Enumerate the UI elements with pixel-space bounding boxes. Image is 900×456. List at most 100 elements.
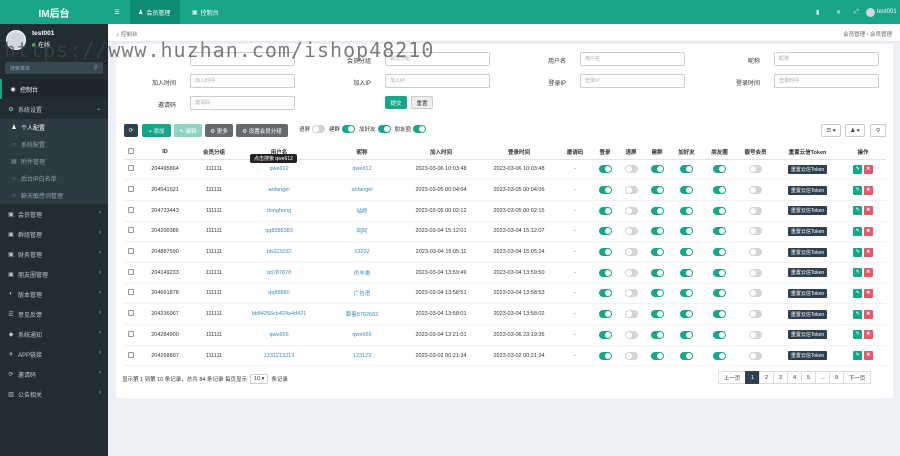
page-button[interactable]: 4 [787,371,802,384]
row-toggle-switch[interactable] [749,330,762,339]
table-row[interactable]: 204149233 111111 qq787878 仿羊羹 2023-03-04 13:… [124,262,886,284]
table-row[interactable]: 204661878 111111 qq88880 广告语 2023-03-04 13:5… [124,283,886,305]
row-toggle-switch[interactable] [680,268,693,277]
row-toggle-switch[interactable] [713,310,726,319]
sidebar-item-2[interactable]: ♟ 个人配置 [0,119,108,136]
delete-icon[interactable]: ✖ [863,164,873,174]
sidebar-item-13[interactable]: ◆ 系统通知 ‹ [0,324,108,344]
column-header[interactable]: 邀请码 [558,145,592,160]
app-logo[interactable]: IM后台 [0,0,108,24]
edit-icon[interactable]: ✎ [853,226,863,236]
column-header[interactable]: 登录时间 [480,145,558,160]
table-row[interactable]: 204236067 111111 bb84256cb424a4d421 跟着87826… [124,303,886,325]
column-header[interactable]: 操作 [840,145,886,160]
select-all-checkbox[interactable] [128,147,134,154]
nickname-link[interactable]: qwe666 [352,332,371,338]
sidebar-item-6[interactable]: ○ 聊天敏感词管理 [0,187,108,204]
sidebar-item-8[interactable]: ▣ 群组管理 ‹ [0,224,108,244]
sidebar-item-14[interactable]: ✈ APP链接 ‹ [0,344,108,364]
nickname-link[interactable]: anfangel [351,187,372,193]
row-toggle-switch[interactable] [680,351,693,360]
row-toggle-switch[interactable] [713,268,726,277]
tab-dashboard[interactable]: ▣ 控制台 [186,0,226,24]
row-toggle-switch[interactable] [749,165,762,174]
row-toggle-switch[interactable] [713,165,726,174]
username-link[interactable]: qq88880 [268,290,289,296]
row-toggle-switch[interactable] [680,310,693,319]
column-header[interactable]: 昵称 [322,145,402,160]
row-toggle-switch[interactable] [650,330,664,339]
delete-icon[interactable]: ✖ [863,330,873,340]
row-toggle-switch[interactable] [680,227,693,236]
sidebar-item-9[interactable]: ▣ 财务管理 ‹ [0,244,108,264]
row-toggle-switch[interactable] [650,206,664,215]
add-button[interactable]: + 添加 [142,124,171,137]
row-toggle-switch[interactable] [650,227,664,236]
column-header[interactable]: 会员分组 [192,145,236,160]
close-icon[interactable]: ✕ [836,0,841,24]
batch-toggle-switch[interactable] [342,125,356,133]
filter-input[interactable]: 登录时间 [774,74,879,88]
row-checkbox[interactable] [128,268,134,275]
reset-token-button[interactable]: 重置云信Token [787,351,828,361]
nickname-link[interactable]: qwe612 [352,166,371,172]
sidebar-item-15[interactable]: ⟳ 邀请码 ‹ [0,364,108,384]
username-link[interactable]: anfangel [268,187,289,193]
row-toggle-switch[interactable] [680,330,693,339]
more-button[interactable]: ⚙ 更多 [205,124,233,137]
row-toggle-switch[interactable] [624,289,638,298]
menu-toggle-icon[interactable]: ☰ [108,0,126,24]
username-link[interactable]: qq8388383 [265,228,293,234]
row-toggle-switch[interactable] [680,186,693,195]
username-link[interactable]: qwe612 [269,166,288,172]
page-button[interactable]: 下一页 [843,371,871,384]
delete-icon[interactable]: ✖ [863,351,873,361]
batch-toggle-switch[interactable] [312,125,326,133]
set-member-group-button[interactable]: ⚙ 设置会员分组 [236,124,288,137]
row-toggle-switch[interactable] [650,186,664,195]
table-row[interactable]: 204284900 111111 qwe666 qwe666 2023-03-04 13… [124,324,886,346]
reset-token-button[interactable]: 重置云信Token [787,268,828,278]
row-toggle-switch[interactable] [680,165,693,174]
trash-icon[interactable]: ▮ [816,0,819,24]
row-toggle-switch[interactable] [713,206,726,215]
row-checkbox[interactable] [128,330,134,337]
row-checkbox[interactable] [128,248,134,255]
row-toggle-switch[interactable] [713,248,726,257]
column-header[interactable]: 加入时间 [402,145,480,160]
reset-token-button[interactable]: 重置云信Token [787,164,828,174]
edit-icon[interactable]: ✎ [853,351,863,361]
row-toggle-switch[interactable] [650,289,664,298]
nickname-link[interactable]: 咕咚 [356,209,367,215]
column-header[interactable] [124,145,138,160]
row-checkbox[interactable] [128,206,134,213]
top-user-menu[interactable]: test001 [866,0,900,24]
filter-input[interactable]: 用户名 [580,52,685,66]
row-toggle-switch[interactable] [713,186,726,195]
nickname-link[interactable]: 广告语 [354,291,371,297]
batch-toggle-switch[interactable] [413,125,427,133]
row-toggle-switch[interactable] [624,248,638,257]
batch-toggle-switch[interactable] [377,125,391,133]
tab-member-management[interactable]: ♟ 会员管理 [130,0,180,24]
username-link[interactable]: 1231213213 [264,353,295,359]
column-header[interactable]: 加好友 [670,145,703,160]
fullscreen-icon[interactable]: ⤢ [854,0,859,24]
row-toggle-switch[interactable] [624,186,638,195]
page-button[interactable]: 上一页 [718,371,746,384]
row-toggle-switch[interactable] [680,206,693,215]
table-row[interactable]: 204495864 111111 qwe612 qwe612 2023-03-06 10… [124,159,886,181]
edit-icon[interactable]: ✎ [853,164,863,174]
row-toggle-switch[interactable] [650,248,664,257]
reset-button[interactable]: 重置 [411,96,433,109]
row-checkbox[interactable] [128,186,134,193]
table-search-button[interactable]: ⚲ [870,124,886,137]
edit-icon[interactable]: ✎ [853,288,863,298]
filter-input[interactable]: 加入IP [385,74,490,88]
row-toggle-switch[interactable] [650,165,664,174]
row-toggle-switch[interactable] [680,289,693,298]
sidebar-search-input[interactable]: 搜索菜单 ⚲ [5,62,103,74]
nickname-link[interactable]: 跟着8782682 [346,312,378,318]
reset-token-button[interactable]: 重置云信Token [787,185,828,195]
reset-token-button[interactable]: 重置云信Token [787,288,828,298]
